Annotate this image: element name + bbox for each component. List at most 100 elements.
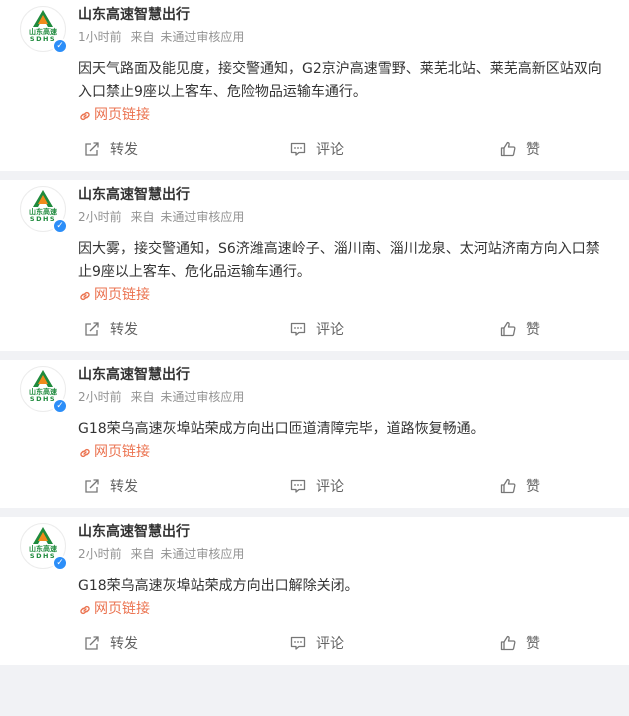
verified-badge-icon: ✓ — [52, 555, 68, 571]
forward-button[interactable]: 转发 — [84, 319, 290, 339]
card-meta: 山东高速智慧出行 2小时前 来自 未通过审核应用 — [78, 185, 244, 225]
forward-icon — [85, 479, 99, 493]
card-header: 山东高速 SDHS ✓ 山东高速智慧出行 1小时前 来自 未通过审核应用 — [20, 0, 609, 54]
avatar[interactable]: 山东高速 SDHS ✓ — [20, 186, 68, 234]
avatar[interactable]: 山东高速 SDHS ✓ — [20, 6, 68, 54]
post-time[interactable]: 2小时前 — [78, 210, 122, 224]
link-icon — [80, 291, 90, 300]
forward-label: 转发 — [110, 322, 138, 338]
like-label: 赞 — [526, 636, 540, 652]
comment-icon — [290, 479, 306, 493]
post-time[interactable]: 1小时前 — [78, 30, 122, 44]
like-label: 赞 — [526, 479, 540, 495]
web-link-label: 网页链接 — [94, 444, 150, 460]
action-bar: 转发 评论 赞 — [20, 127, 609, 171]
account-name[interactable]: 山东高速智慧出行 — [78, 186, 244, 204]
post-source-prefix: 来自 — [130, 210, 155, 224]
weibo-feed: 山东高速 SDHS ✓ 山东高速智慧出行 1小时前 来自 未通过审核应用 因天气… — [0, 0, 629, 665]
card-meta: 山东高速智慧出行 2小时前 来自 未通过审核应用 — [78, 522, 244, 562]
card-header: 山东高速 SDHS ✓ 山东高速智慧出行 2小时前 来自 未通过审核应用 — [20, 360, 609, 414]
comment-button[interactable]: 评论 — [290, 319, 500, 339]
sdhs-logo-icon — [33, 10, 53, 27]
forward-button[interactable]: 转发 — [84, 476, 290, 496]
comment-icon — [290, 142, 306, 156]
like-label: 赞 — [526, 322, 540, 338]
web-link[interactable]: 网页链接 — [78, 284, 609, 307]
post-time[interactable]: 2小时前 — [78, 547, 122, 561]
forward-icon — [85, 322, 99, 336]
web-link-label: 网页链接 — [94, 107, 150, 123]
post-subline: 2小时前 来自 未通过审核应用 — [78, 389, 244, 405]
forward-label: 转发 — [110, 479, 138, 495]
post-content: G18荣乌高速灰埠站荣成方向出口解除关闭。 — [78, 578, 359, 594]
post-subline: 2小时前 来自 未通过审核应用 — [78, 209, 244, 225]
card-header: 山东高速 SDHS ✓ 山东高速智慧出行 2小时前 来自 未通过审核应用 — [20, 517, 609, 571]
post-body: 因天气路面及能见度，接交警通知，G2京沪高速雪野、莱芜北站、莱芜高新区站双向入口… — [20, 58, 609, 127]
verified-badge-icon: ✓ — [52, 38, 68, 54]
link-icon — [80, 111, 90, 120]
forward-label: 转发 — [110, 142, 138, 158]
post-content: 因大雾，接交警通知，S6济潍高速岭子、淄川南、淄川龙泉、太河站济南方向入口禁止9… — [78, 241, 600, 280]
web-link-label: 网页链接 — [94, 601, 150, 617]
post-body: G18荣乌高速灰埠站荣成方向出口匝道清障完毕，道路恢复畅通。 网页链接 — [20, 418, 609, 464]
like-button[interactable]: 赞 — [500, 139, 540, 159]
forward-button[interactable]: 转发 — [84, 633, 290, 653]
link-icon — [80, 605, 90, 614]
avatar[interactable]: 山东高速 SDHS ✓ — [20, 366, 68, 414]
sdhs-logo-icon — [33, 190, 53, 207]
like-label: 赞 — [526, 142, 540, 158]
web-link[interactable]: 网页链接 — [78, 104, 609, 127]
card-meta: 山东高速智慧出行 2小时前 来自 未通过审核应用 — [78, 365, 244, 405]
forward-label: 转发 — [110, 636, 138, 652]
like-button[interactable]: 赞 — [500, 633, 540, 653]
post-source-prefix: 来自 — [130, 30, 155, 44]
action-bar: 转发 评论 赞 — [20, 464, 609, 508]
post-source: 未通过审核应用 — [160, 547, 245, 561]
comment-label: 评论 — [316, 479, 344, 495]
forward-button[interactable]: 转发 — [84, 139, 290, 159]
post-body: 因大雾，接交警通知，S6济潍高速岭子、淄川南、淄川龙泉、太河站济南方向入口禁止9… — [20, 238, 609, 307]
sdhs-logo-icon — [33, 527, 53, 544]
like-button[interactable]: 赞 — [500, 319, 540, 339]
comment-label: 评论 — [316, 322, 344, 338]
web-link[interactable]: 网页链接 — [78, 598, 609, 621]
thumbs-up-icon — [500, 635, 516, 651]
like-button[interactable]: 赞 — [500, 476, 540, 496]
post-source-prefix: 来自 — [130, 547, 155, 561]
comment-button[interactable]: 评论 — [290, 139, 500, 159]
feed-card: 山东高速 SDHS ✓ 山东高速智慧出行 2小时前 来自 未通过审核应用 G18… — [0, 360, 629, 508]
account-name[interactable]: 山东高速智慧出行 — [78, 6, 244, 24]
verified-badge-icon: ✓ — [52, 398, 68, 414]
verified-badge-icon: ✓ — [52, 218, 68, 234]
post-source: 未通过审核应用 — [160, 210, 245, 224]
comment-icon — [290, 636, 306, 650]
link-icon — [80, 448, 90, 457]
web-link[interactable]: 网页链接 — [78, 441, 609, 464]
feed-card: 山东高速 SDHS ✓ 山东高速智慧出行 1小时前 来自 未通过审核应用 因天气… — [0, 0, 629, 171]
thumbs-up-icon — [500, 478, 516, 494]
thumbs-up-icon — [500, 141, 516, 157]
thumbs-up-icon — [500, 321, 516, 337]
comment-label: 评论 — [316, 636, 344, 652]
account-name[interactable]: 山东高速智慧出行 — [78, 523, 244, 541]
post-source: 未通过审核应用 — [160, 390, 245, 404]
action-bar: 转发 评论 赞 — [20, 621, 609, 665]
feed-card: 山东高速 SDHS ✓ 山东高速智慧出行 2小时前 来自 未通过审核应用 G18… — [0, 517, 629, 665]
comment-button[interactable]: 评论 — [290, 633, 500, 653]
card-header: 山东高速 SDHS ✓ 山东高速智慧出行 2小时前 来自 未通过审核应用 — [20, 180, 609, 234]
post-time[interactable]: 2小时前 — [78, 390, 122, 404]
card-meta: 山东高速智慧出行 1小时前 来自 未通过审核应用 — [78, 5, 244, 45]
comment-label: 评论 — [316, 142, 344, 158]
post-content: G18荣乌高速灰埠站荣成方向出口匝道清障完毕，道路恢复畅通。 — [78, 421, 485, 437]
account-name[interactable]: 山东高速智慧出行 — [78, 366, 244, 384]
avatar[interactable]: 山东高速 SDHS ✓ — [20, 523, 68, 571]
feed-card: 山东高速 SDHS ✓ 山东高速智慧出行 2小时前 来自 未通过审核应用 因大雾… — [0, 180, 629, 351]
post-source-prefix: 来自 — [130, 390, 155, 404]
comment-icon — [290, 322, 306, 336]
post-subline: 2小时前 来自 未通过审核应用 — [78, 546, 244, 562]
post-body: G18荣乌高速灰埠站荣成方向出口解除关闭。 网页链接 — [20, 575, 609, 621]
comment-button[interactable]: 评论 — [290, 476, 500, 496]
forward-icon — [85, 142, 99, 156]
forward-icon — [85, 636, 99, 650]
post-content: 因天气路面及能见度，接交警通知，G2京沪高速雪野、莱芜北站、莱芜高新区站双向入口… — [78, 61, 602, 100]
